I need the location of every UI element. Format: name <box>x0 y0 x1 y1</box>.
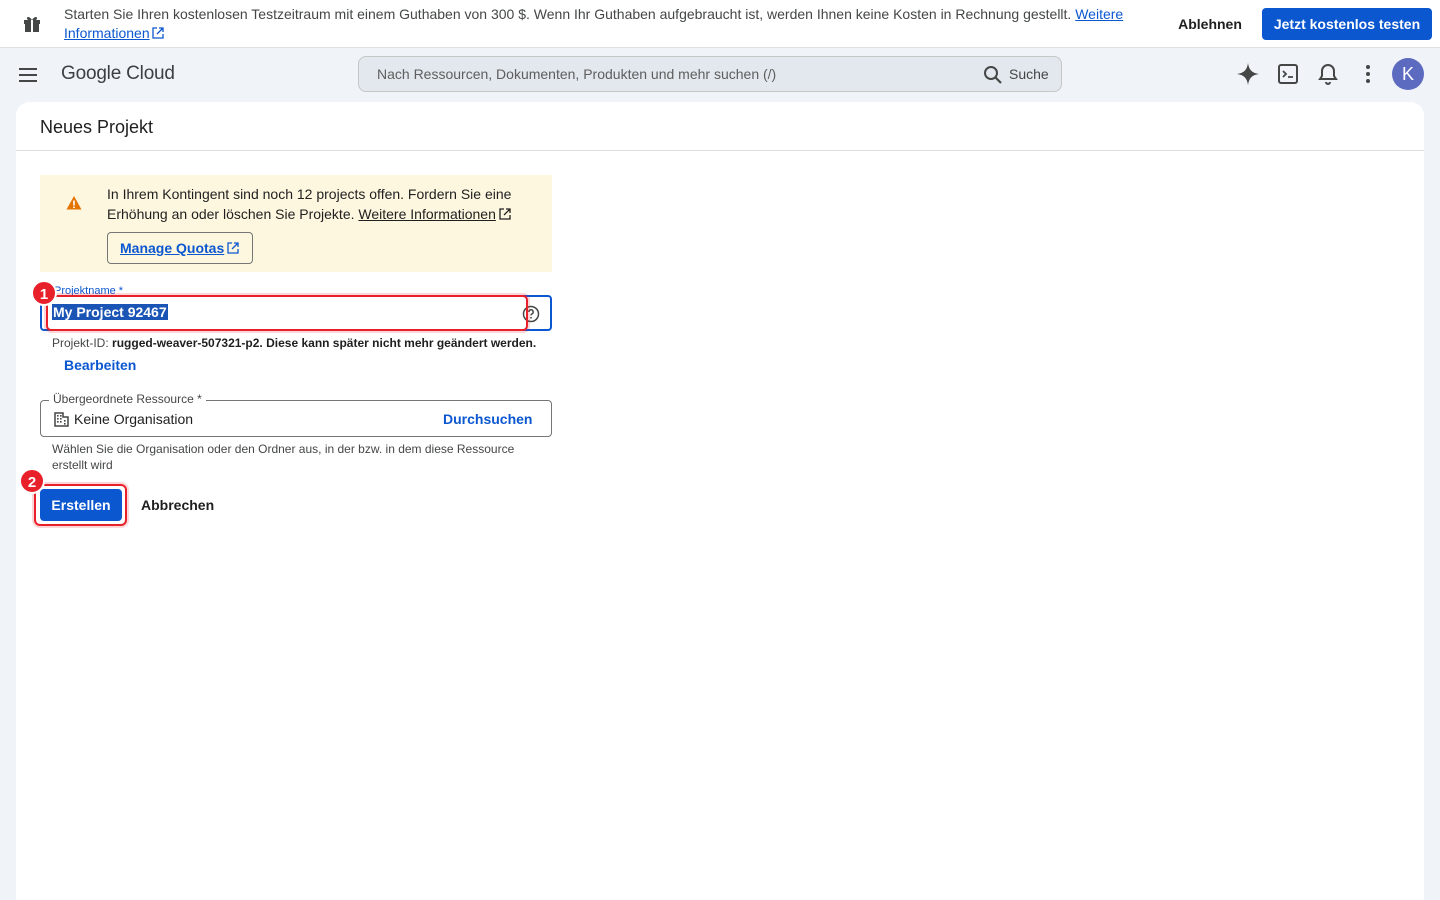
new-project-card: Neues Projekt In Ihrem Kontingent sind n… <box>16 102 1424 900</box>
warning-text: In Ihrem Kontingent sind noch 12 project… <box>107 186 512 222</box>
parent-resource-label: Übergeordnete Ressource * <box>49 392 206 406</box>
search-bar[interactable]: Nach Ressourcen, Dokumenten, Produkten u… <box>358 56 1062 92</box>
project-id-text: Projekt-ID: rugged-weaver-507321-p2. Die… <box>52 336 537 350</box>
cancel-button[interactable]: Abbrechen <box>141 497 214 513</box>
more-vert-icon[interactable] <box>1356 62 1380 86</box>
search-input[interactable]: Nach Ressourcen, Dokumenten, Produkten u… <box>377 66 776 82</box>
notifications-icon[interactable] <box>1316 62 1340 86</box>
account-avatar[interactable]: K <box>1392 58 1424 90</box>
search-button[interactable]: Suche <box>1009 66 1049 82</box>
search-icon[interactable] <box>983 65 1003 85</box>
annotation-badge-2: 2 <box>19 468 45 494</box>
external-link-icon <box>499 208 511 220</box>
warning-learn-more-link[interactable]: Weitere Informationen <box>358 206 495 222</box>
parent-resource-value: Keine Organisation <box>74 411 194 427</box>
decline-button[interactable]: Ablehnen <box>1166 8 1254 40</box>
promo-banner: Starten Sie Ihren kostenlosen Testzeitra… <box>0 0 1440 48</box>
google-cloud-logo[interactable]: Google Cloud <box>61 63 175 85</box>
cloud-shell-icon[interactable] <box>1276 62 1300 86</box>
external-link-icon <box>227 242 239 254</box>
edit-project-id-button[interactable]: Bearbeiten <box>64 357 136 373</box>
parent-resource-hint: Wählen Sie die Organisation oder den Ord… <box>52 442 515 472</box>
warning-icon <box>66 196 82 210</box>
annotation-highlight-create <box>34 484 127 526</box>
promo-message: Starten Sie Ihren kostenlosen Testzeitra… <box>64 6 1124 41</box>
parent-resource-field[interactable]: Übergeordnete Ressource * Keine Organisa… <box>40 392 552 437</box>
browse-button[interactable]: Durchsuchen <box>443 411 532 427</box>
page-title: Neues Projekt <box>40 117 154 137</box>
annotation-highlight-project-name <box>46 295 528 331</box>
title-divider <box>16 150 1424 151</box>
quota-warning: In Ihrem Kontingent sind noch 12 project… <box>40 175 552 272</box>
start-trial-button[interactable]: Jetzt kostenlos testen <box>1262 8 1432 40</box>
top-header: Google Cloud Nach Ressourcen, Dokumenten… <box>0 49 1440 100</box>
external-link-icon <box>151 27 164 39</box>
annotation-badge-1: 1 <box>31 280 57 306</box>
gift-icon <box>24 16 40 32</box>
project-id-value: rugged-weaver-507321-p2. <box>112 336 263 350</box>
menu-icon[interactable] <box>16 63 40 87</box>
manage-quotas-button[interactable]: Manage Quotas <box>107 232 253 264</box>
gemini-icon[interactable] <box>1236 62 1260 86</box>
organization-icon <box>54 412 69 427</box>
